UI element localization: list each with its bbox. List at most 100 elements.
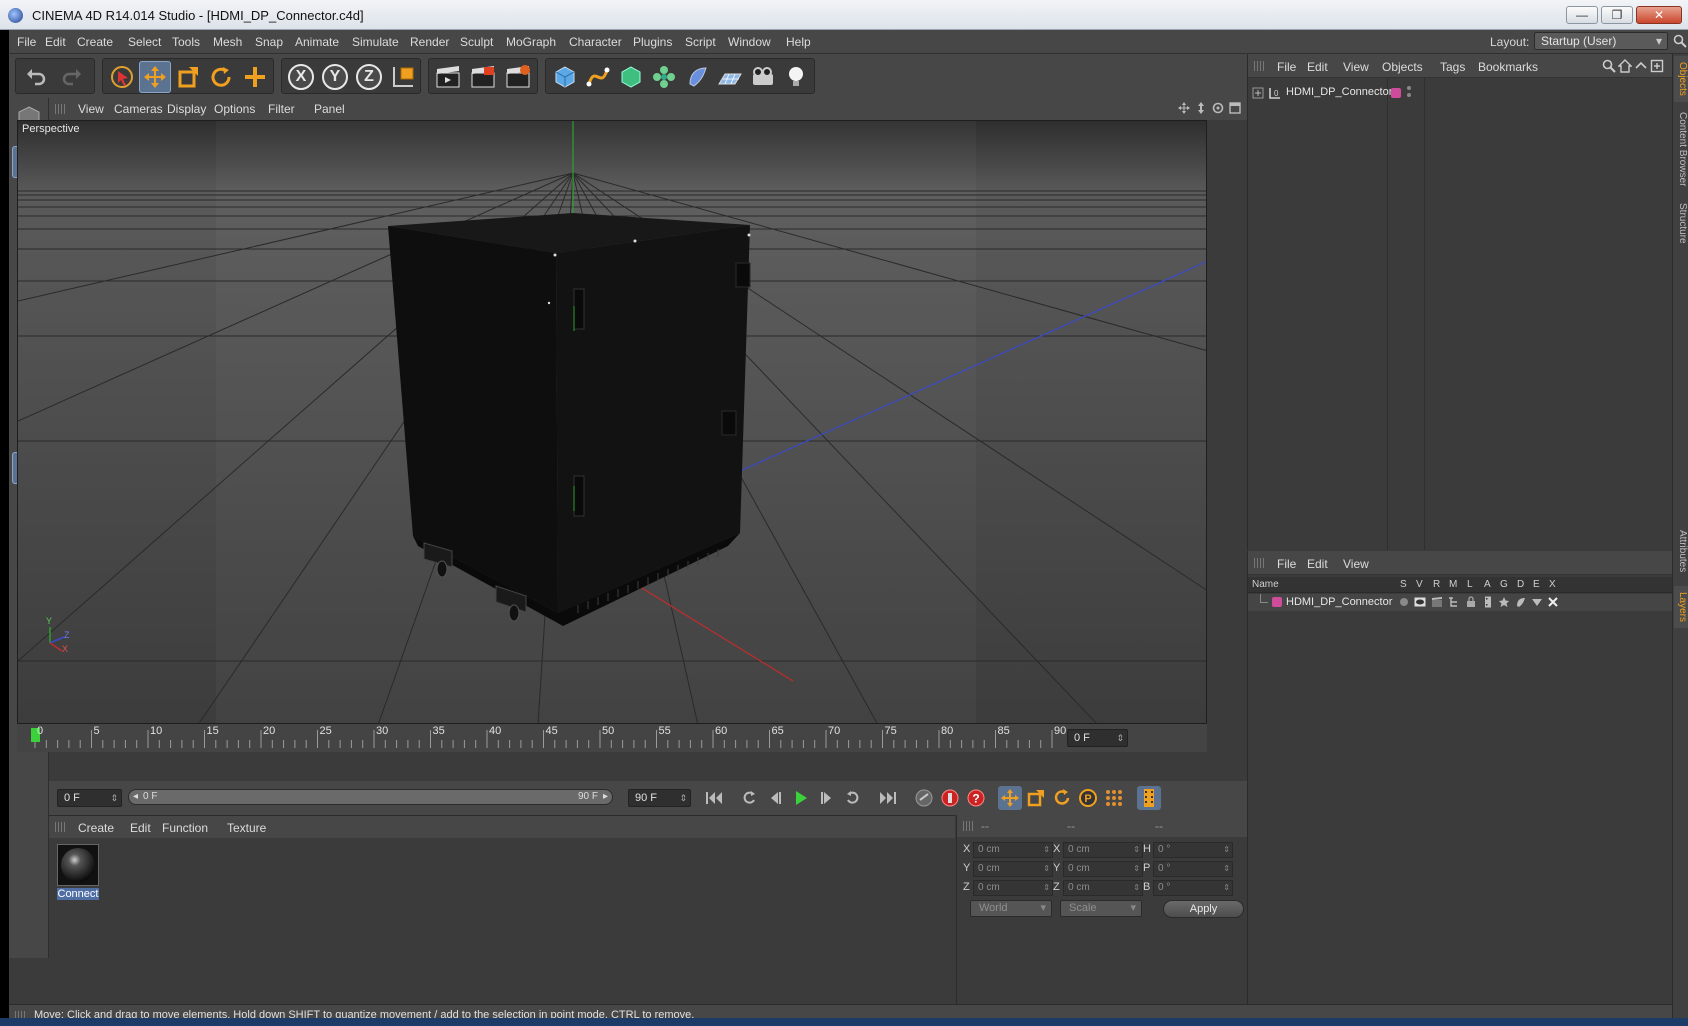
- key-scale-button[interactable]: [1024, 786, 1048, 810]
- record-active-objects-button[interactable]: [912, 786, 936, 810]
- maximize-button[interactable]: ❐: [1601, 6, 1633, 24]
- viewport-menu-view[interactable]: View: [78, 102, 104, 116]
- objects-menu-objects[interactable]: Objects: [1382, 60, 1423, 74]
- size-mode-dropdown[interactable]: Scale: [1060, 900, 1142, 917]
- preview-range-slider[interactable]: ◂ 0 F 90 F ▸: [128, 789, 613, 805]
- menu-edit[interactable]: Edit: [45, 35, 66, 49]
- viewport-menu-cameras[interactable]: Cameras: [114, 102, 163, 116]
- objects-menu-tags[interactable]: Tags: [1440, 60, 1465, 74]
- render-visibility-dot[interactable]: [1407, 93, 1411, 97]
- menu-select[interactable]: Select: [128, 35, 161, 49]
- go-to-next-frame-button[interactable]: [815, 786, 839, 810]
- start-frame-field[interactable]: 0 F: [57, 789, 122, 807]
- object-row[interactable]: 0 HDMI_DP_Connector: [1248, 84, 1673, 102]
- z-axis-lock-button[interactable]: Z: [353, 61, 385, 93]
- menu-simulate[interactable]: Simulate: [352, 35, 399, 49]
- coordinate-system-button[interactable]: [387, 61, 419, 93]
- generator-icon[interactable]: [1498, 596, 1510, 608]
- menu-help[interactable]: Help: [786, 35, 811, 49]
- material-menu-edit[interactable]: Edit: [130, 821, 151, 835]
- search-icon[interactable]: [1673, 34, 1687, 48]
- render-picture-viewer-button[interactable]: [467, 61, 499, 93]
- size-y-field[interactable]: 0 cm: [1063, 861, 1143, 877]
- viewport-menu-panel[interactable]: Panel: [314, 102, 345, 116]
- add-deformer-button[interactable]: [681, 61, 713, 93]
- tree-expand-icon[interactable]: [1252, 87, 1264, 99]
- new-view-icon[interactable]: [1650, 59, 1664, 73]
- pos-y-field[interactable]: 0 cm: [973, 861, 1053, 877]
- panel-grip-icon[interactable]: [963, 821, 973, 831]
- key-position-button[interactable]: [998, 786, 1022, 810]
- layers-menu-file[interactable]: File: [1277, 557, 1296, 571]
- tab-structure[interactable]: Structure: [1674, 196, 1688, 250]
- add-nurbs-button[interactable]: [615, 61, 647, 93]
- material-menu-function[interactable]: Function: [162, 821, 208, 835]
- zoom-view-icon[interactable]: [1195, 102, 1207, 114]
- range-left-arrow-icon[interactable]: ◂: [133, 790, 138, 804]
- size-z-field[interactable]: 0 cm: [1063, 880, 1143, 896]
- menu-plugins[interactable]: Plugins: [633, 35, 672, 49]
- timeline-ruler[interactable]: 0 5 10 15 20 25 30 35 40 45 50 55 60 65 70 75 80 85 90 0 F: [17, 724, 1207, 752]
- x-axis-lock-button[interactable]: X: [285, 61, 317, 93]
- live-selection-button[interactable]: [106, 61, 138, 93]
- tab-objects[interactable]: Objects: [1674, 56, 1688, 102]
- go-to-next-key-button[interactable]: [841, 786, 865, 810]
- coordinate-space-dropdown[interactable]: World: [970, 900, 1052, 917]
- eye-icon[interactable]: [1414, 596, 1426, 608]
- menu-animate[interactable]: Animate: [295, 35, 339, 49]
- objects-menu-file[interactable]: File: [1277, 60, 1296, 74]
- scale-tool-button[interactable]: [172, 61, 204, 93]
- objects-menu-edit[interactable]: Edit: [1307, 60, 1328, 74]
- go-to-end-button[interactable]: [876, 786, 900, 810]
- go-to-start-button[interactable]: [702, 786, 726, 810]
- close-button[interactable]: ✕: [1636, 6, 1682, 24]
- rotate-view-icon[interactable]: [1212, 102, 1224, 114]
- add-cube-button[interactable]: [549, 61, 581, 93]
- objects-menu-bookmarks[interactable]: Bookmarks: [1478, 60, 1538, 74]
- redo-button[interactable]: [56, 61, 88, 93]
- panel-grip-icon[interactable]: [1254, 558, 1264, 568]
- material-menu-texture[interactable]: Texture: [227, 821, 266, 835]
- apply-button[interactable]: Apply: [1163, 900, 1244, 918]
- go-to-previous-key-button[interactable]: [737, 786, 761, 810]
- size-x-field[interactable]: 0 cm: [1063, 842, 1143, 858]
- material-swatch[interactable]: Connect: [57, 844, 99, 900]
- key-rotation-button[interactable]: [1050, 786, 1074, 810]
- menu-script[interactable]: Script: [685, 35, 716, 49]
- layers-menu-view[interactable]: View: [1343, 557, 1369, 571]
- add-camera-button[interactable]: [747, 61, 779, 93]
- key-parameter-button[interactable]: P: [1076, 786, 1100, 810]
- panel-grip-icon[interactable]: [55, 822, 65, 832]
- end-frame-field[interactable]: 90 F: [628, 789, 691, 807]
- tab-attributes[interactable]: Attributes: [1674, 520, 1688, 582]
- menu-character[interactable]: Character: [569, 35, 622, 49]
- move-tool-button[interactable]: [139, 61, 171, 93]
- go-to-previous-frame-button[interactable]: [763, 786, 787, 810]
- layer-row[interactable]: HDMI_DP_Connector: [1248, 594, 1673, 611]
- cinema4d-app-icon[interactable]: [8, 8, 23, 23]
- animation-icon[interactable]: [1482, 596, 1494, 608]
- recent-tool-button[interactable]: [239, 61, 271, 93]
- current-frame-field[interactable]: 0 F: [1067, 729, 1128, 747]
- rot-h-field[interactable]: 0 °: [1153, 842, 1233, 858]
- editor-visibility-dot[interactable]: [1407, 86, 1411, 90]
- render-settings-button[interactable]: [502, 61, 534, 93]
- maximize-view-icon[interactable]: [1229, 102, 1241, 114]
- perspective-viewport[interactable]: Perspective Y Z X: [17, 120, 1207, 724]
- rot-p-field[interactable]: 0 °: [1153, 861, 1233, 877]
- layer-color-icon[interactable]: [1272, 597, 1282, 607]
- menu-mesh[interactable]: Mesh: [213, 35, 242, 49]
- minimize-button[interactable]: —: [1566, 6, 1598, 24]
- undo-button[interactable]: [20, 61, 52, 93]
- menu-create[interactable]: Create: [77, 35, 113, 49]
- up-arrow-icon[interactable]: [1634, 59, 1648, 73]
- menu-mograph[interactable]: MoGraph: [506, 35, 556, 49]
- timeline-window-button[interactable]: [1137, 786, 1161, 810]
- y-axis-lock-button[interactable]: Y: [319, 61, 351, 93]
- rotate-tool-button[interactable]: [205, 61, 237, 93]
- layers-menu-edit[interactable]: Edit: [1307, 557, 1328, 571]
- play-forward-button[interactable]: [789, 786, 813, 810]
- menu-render[interactable]: Render: [410, 35, 449, 49]
- add-spline-button[interactable]: [582, 61, 614, 93]
- add-mograph-button[interactable]: [648, 61, 680, 93]
